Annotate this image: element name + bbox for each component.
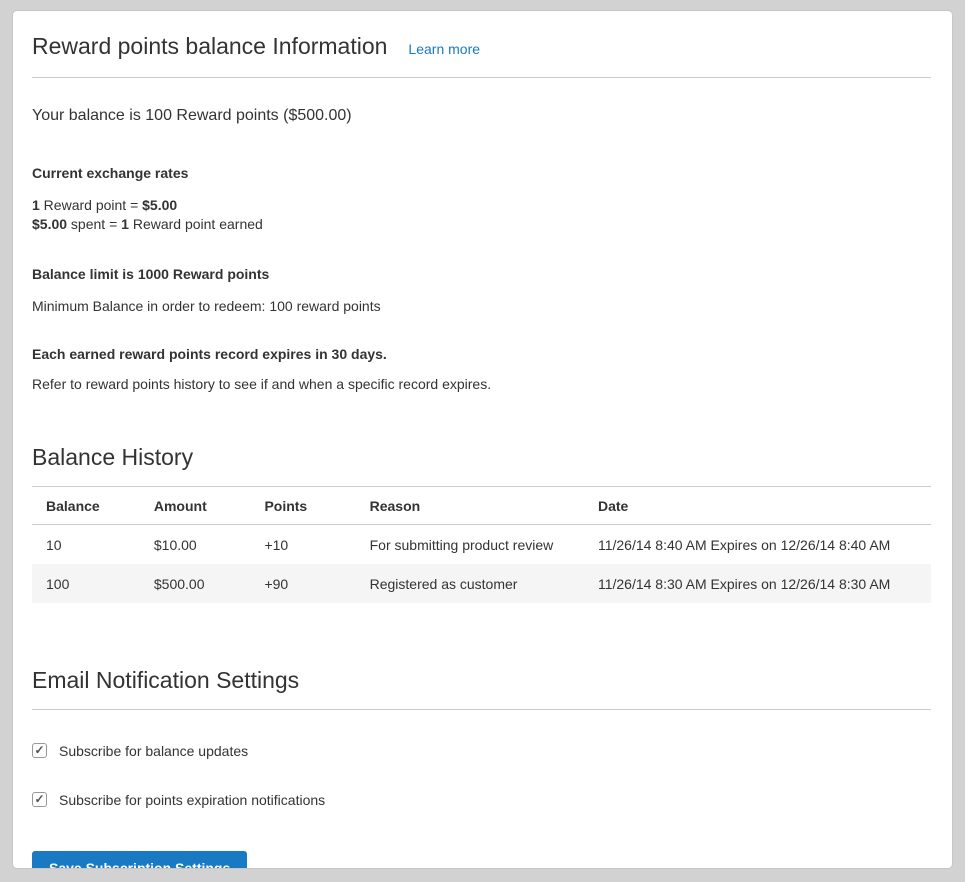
expiration-notifications-checkbox[interactable] bbox=[32, 792, 47, 807]
cell-points: +90 bbox=[250, 564, 355, 603]
email-settings-title: Email Notification Settings bbox=[32, 667, 931, 695]
cell-amount: $500.00 bbox=[140, 564, 251, 603]
column-header-reason: Reason bbox=[356, 487, 584, 525]
page-header: Reward points balance Information Learn … bbox=[32, 25, 931, 78]
balance-history-title: Balance History bbox=[32, 444, 931, 472]
column-header-points: Points bbox=[250, 487, 355, 525]
cell-reason: For submitting product review bbox=[356, 525, 584, 565]
rate-currency-to-point: $5.00 spent = 1 Reward point earned bbox=[32, 215, 931, 234]
minimum-balance-text: Minimum Balance in order to redeem: 100 … bbox=[32, 298, 931, 314]
balance-history-table: Balance Amount Points Reason Date 10 $10… bbox=[32, 486, 931, 603]
page-title: Reward points balance Information bbox=[32, 33, 387, 61]
balance-updates-checkbox[interactable] bbox=[32, 743, 47, 758]
email-settings-header: Email Notification Settings bbox=[32, 667, 931, 710]
balance-updates-option: Subscribe for balance updates bbox=[32, 743, 931, 759]
cell-reason: Registered as customer bbox=[356, 564, 584, 603]
rate-point-to-currency: 1 Reward point = $5.00 bbox=[32, 196, 931, 215]
balance-summary: Your balance is 100 Reward points ($500.… bbox=[32, 107, 931, 125]
table-row: 10 $10.00 +10 For submitting product rev… bbox=[32, 525, 931, 565]
table-header-row: Balance Amount Points Reason Date bbox=[32, 487, 931, 525]
expiration-notifications-label[interactable]: Subscribe for points expiration notifica… bbox=[59, 792, 325, 808]
exchange-rates: 1 Reward point = $5.00 $5.00 spent = 1 R… bbox=[32, 196, 931, 234]
column-header-balance: Balance bbox=[32, 487, 140, 525]
page-background: Reward points balance Information Learn … bbox=[0, 0, 965, 882]
cell-balance: 10 bbox=[32, 525, 140, 565]
save-subscription-settings-button[interactable]: Save Subscription Settings bbox=[32, 851, 247, 869]
column-header-amount: Amount bbox=[140, 487, 251, 525]
column-header-date: Date bbox=[584, 487, 931, 525]
cell-points: +10 bbox=[250, 525, 355, 565]
cell-date: 11/26/14 8:40 AM Expires on 12/26/14 8:4… bbox=[584, 525, 931, 565]
cell-balance: 100 bbox=[32, 564, 140, 603]
balance-updates-label[interactable]: Subscribe for balance updates bbox=[59, 743, 248, 759]
cell-amount: $10.00 bbox=[140, 525, 251, 565]
expiration-notifications-option: Subscribe for points expiration notifica… bbox=[32, 792, 931, 808]
learn-more-link[interactable]: Learn more bbox=[408, 41, 480, 57]
reward-points-card: Reward points balance Information Learn … bbox=[12, 10, 953, 869]
cell-date: 11/26/14 8:30 AM Expires on 12/26/14 8:3… bbox=[584, 564, 931, 603]
expiration-note-text: Refer to reward points history to see if… bbox=[32, 376, 931, 392]
expiration-rule-text: Each earned reward points record expires… bbox=[32, 346, 931, 362]
balance-limit-text: Balance limit is 1000 Reward points bbox=[32, 266, 931, 282]
exchange-rates-heading: Current exchange rates bbox=[32, 165, 931, 181]
table-row: 100 $500.00 +90 Registered as customer 1… bbox=[32, 564, 931, 603]
